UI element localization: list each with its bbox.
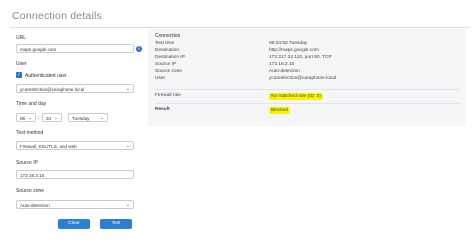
firewall-rule-row: Firewall rule No matched rule (ID: 0) [155,93,455,100]
url-input[interactable]: maps.google.com [16,44,134,53]
info-icon[interactable]: i [136,45,142,52]
result-row: User ycorestriction@caraphone.local [155,76,455,83]
user-label: User [16,61,27,67]
time-label: Time and day [16,101,47,107]
source-ip-label: Source IP [16,160,38,166]
minute-value: 34 [46,116,52,121]
result-row: Source zone Auto-detection [155,69,455,76]
result-row: Test time 06:34:53 Tuesday [155,41,455,48]
row-value: ycorestriction@caraphone.local [269,76,336,81]
chevron-down-icon: ⌄ [125,86,130,92]
user-select-value: ycorestriction@caraphone.local [20,87,85,92]
row-value: 172.217.22.110, port 80, TCP [269,55,332,60]
result-label: Result [155,107,170,112]
firewall-rule-label: Firewall rule [155,93,181,98]
chevron-down-icon: ⌄ [53,115,58,121]
result-row: Source IP 172.16.2.10 [155,62,455,69]
chevron-down-icon: ⌄ [99,115,104,121]
page-title: Connection details [12,10,102,22]
hour-select[interactable]: 06 ⌄ [16,113,36,122]
chevron-down-icon: ⌄ [27,115,32,121]
test-method-value: Firewall, SSL/TLS, and web [20,144,77,149]
user-select[interactable]: ycorestriction@caraphone.local ⌄ [16,84,134,93]
row-value: 06:34:53 Tuesday [269,41,308,46]
day-select[interactable]: Tuesday ⌄ [68,113,108,122]
row-value: Auto-detection [269,69,300,74]
test-button[interactable]: Test [100,219,132,229]
hour-value: 06 [20,116,26,121]
title-divider [10,27,470,28]
result-value: Blocked [269,107,291,114]
source-zone-select[interactable]: Auto-detection ⌄ [16,200,134,209]
authenticated-user-label: Authenticated user [25,73,67,79]
clear-button[interactable]: Clear [58,219,90,229]
source-zone-label: Source zone [16,188,45,194]
source-ip-value: 172.16.2.10 [20,173,45,178]
connection-heading: Connection [155,33,181,39]
result-row-final: Result Blocked [155,107,455,114]
firewall-rule-value[interactable]: No matched rule (ID: 0) [269,93,323,100]
chevron-down-icon: ⌄ [125,143,130,149]
row-value: http://maps.google.com [269,48,319,53]
url-value: maps.google.com [20,47,57,52]
test-method-label: Test method [16,130,44,136]
panel-divider [155,89,459,90]
source-zone-value: Auto-detection [20,203,50,208]
row-key: Source IP [155,62,177,67]
authenticated-user-checkbox[interactable]: ✓ [16,72,22,78]
row-key: User [155,76,166,81]
test-method-select[interactable]: Firewall, SSL/TLS, and web ⌄ [16,141,134,150]
row-key: Destination IP [155,55,185,60]
source-ip-input[interactable]: 172.16.2.10 [16,170,134,179]
chevron-down-icon: ⌄ [125,202,130,208]
day-value: Tuesday [72,116,90,121]
row-value: 172.16.2.10 [269,62,295,67]
row-key: Destination [155,48,179,53]
result-row: Destination IP 172.217.22.110, port 80, … [155,55,455,62]
row-key: Source zone [155,69,182,74]
url-label: URL [16,35,27,41]
panel-divider [155,103,459,104]
result-row: Destination http://maps.google.com [155,48,455,55]
row-key: Test time [155,41,175,46]
connection-result-panel: Connection Test time 06:34:53 Tuesday De… [148,29,466,126]
time-separator: : [38,114,40,121]
minute-select[interactable]: 34 ⌄ [42,113,62,122]
